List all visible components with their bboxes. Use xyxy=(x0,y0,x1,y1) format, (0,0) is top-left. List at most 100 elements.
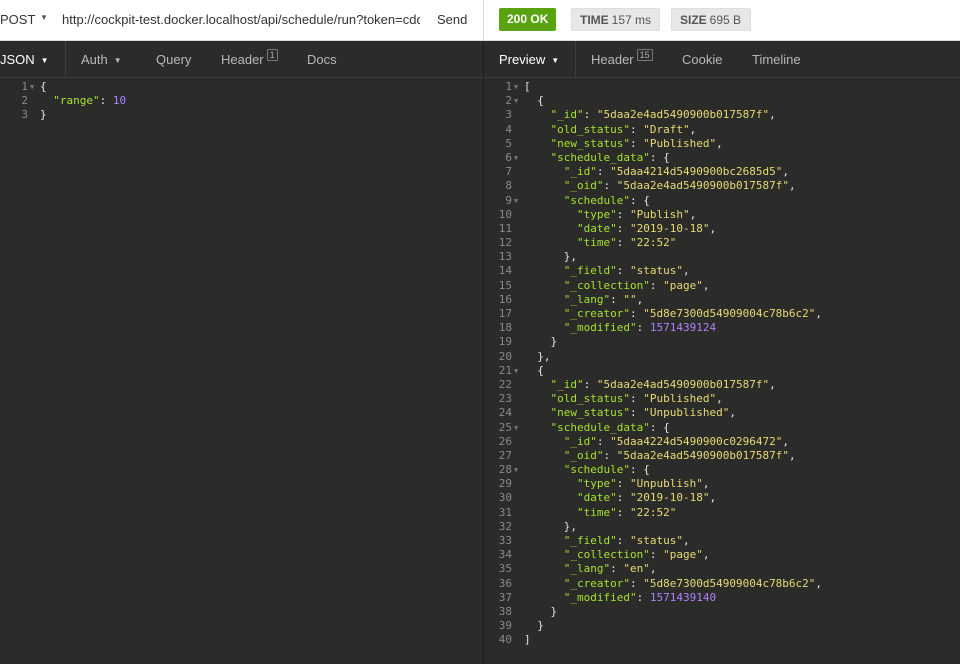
code-line: 20 }, xyxy=(484,350,960,364)
request-body-editor[interactable]: 1 ▼{2 "range": 10 3} xyxy=(0,80,483,123)
code-line: 22 "_id": "5daa2e4ad5490900b017587f", xyxy=(484,378,960,392)
fold-caret-icon[interactable]: ▼ xyxy=(30,80,34,94)
tab-docs[interactable]: Docs xyxy=(307,41,337,78)
code-line: 31 "time": "22:52" xyxy=(484,506,960,520)
code-line: 5 "new_status": "Published", xyxy=(484,137,960,151)
code-text: [ xyxy=(524,80,531,94)
code-line: 37 "_modified": 1571439140 xyxy=(484,591,960,605)
code-token: } xyxy=(524,335,558,349)
code-text: } xyxy=(40,108,47,122)
code-line: 19 } xyxy=(484,335,960,349)
code-token: { xyxy=(40,80,47,93)
fold-caret-icon[interactable]: ▼ xyxy=(514,421,518,435)
code-line: 2 ▼ { xyxy=(484,94,960,108)
code-line: 32 }, xyxy=(484,520,960,534)
code-token: : { xyxy=(649,420,670,434)
fold-caret-icon[interactable]: ▼ xyxy=(514,94,518,108)
code-token: : xyxy=(603,448,617,462)
tab-preview[interactable]: Preview ▼ xyxy=(499,41,559,78)
code-token: : xyxy=(629,122,644,136)
line-number: 1 xyxy=(505,80,512,93)
code-token: : xyxy=(629,392,644,406)
code-token: , xyxy=(782,165,789,179)
fold-caret-icon[interactable]: ▼ xyxy=(514,194,518,208)
fold-caret-icon[interactable]: ▼ xyxy=(514,80,518,94)
code-token: : xyxy=(603,179,617,193)
code-token: "_collection" xyxy=(563,278,650,292)
line-number: 35 xyxy=(498,562,512,576)
code-token: "5d8e7300d54909004c78b6c2" xyxy=(643,576,816,590)
tab-json[interactable]: JSON ▼ xyxy=(0,41,49,78)
fold-caret-icon[interactable]: ▼ xyxy=(514,364,518,378)
code-text: "_lang": "", xyxy=(524,293,643,307)
code-text: { xyxy=(524,364,544,378)
code-text: "_id": "5daa4224d5490900c0296472", xyxy=(524,435,789,449)
code-token: : xyxy=(649,548,664,562)
tab-auth[interactable]: Auth ▼ xyxy=(81,41,122,78)
tab-label: Timeline xyxy=(752,52,801,67)
time-badge: TIME 157 ms xyxy=(571,8,660,31)
code-token: , xyxy=(682,534,690,547)
tab-label: JSON xyxy=(0,52,35,67)
tab-cookie[interactable]: Cookie xyxy=(682,41,722,78)
fold-caret-icon[interactable]: ▼ xyxy=(514,463,518,477)
code-text: }, xyxy=(524,350,550,364)
tab-query[interactable]: Query xyxy=(156,41,191,78)
code-token: , xyxy=(769,377,776,391)
code-token: "_modified" xyxy=(563,321,637,335)
code-line: 23 "old_status": "Published", xyxy=(484,392,960,406)
code-text: "old_status": "Draft", xyxy=(524,122,697,137)
code-token: : xyxy=(616,491,630,505)
tab-timeline[interactable]: Timeline xyxy=(752,41,801,78)
code-text: "_id": "5daa2e4ad5490900b017587f", xyxy=(524,108,776,122)
code-text: "_field": "status", xyxy=(524,264,690,278)
code-token: } xyxy=(40,108,47,122)
line-number: 21 xyxy=(498,363,512,377)
line-number: 27 xyxy=(498,448,512,462)
tab-response-header[interactable]: Header 15 xyxy=(591,41,653,78)
code-token: : xyxy=(610,562,624,576)
fold-caret-icon[interactable]: ▼ xyxy=(514,151,518,165)
code-token: "5daa2e4ad5490900b017587f" xyxy=(596,377,770,391)
url-input[interactable]: http://cockpit-test.docker.localhost/api… xyxy=(62,12,420,27)
code-token: : xyxy=(629,307,644,320)
code-line: 13 }, xyxy=(484,250,960,264)
line-number: 32 xyxy=(498,519,512,533)
code-text: "schedule": { xyxy=(524,463,650,477)
chevron-down-icon[interactable]: ▼ xyxy=(40,13,48,22)
code-token: : xyxy=(99,94,113,108)
code-token: "time" xyxy=(576,505,617,519)
code-token: "2019-10-18" xyxy=(629,221,710,235)
code-line: 34 "_collection": "page", xyxy=(484,548,960,562)
code-token: }, xyxy=(524,519,577,533)
tab-header[interactable]: Header 1 xyxy=(221,41,278,78)
code-token: , xyxy=(716,136,723,150)
code-line: 11 "date": "2019-10-18", xyxy=(484,222,960,236)
line-number: 39 xyxy=(498,619,512,633)
code-text: "time": "22:52" xyxy=(524,236,676,250)
method-select[interactable]: POST xyxy=(0,12,35,27)
code-line: 33 "_field": "status", xyxy=(484,534,960,548)
header-count-badge: 15 xyxy=(636,49,653,61)
line-number: 9 xyxy=(505,193,512,207)
code-line: 9 ▼ "schedule": { xyxy=(484,194,960,208)
code-token: } xyxy=(524,619,544,633)
code-token: "5daa2e4ad5490900b017587f" xyxy=(616,179,789,193)
line-number: 22 xyxy=(498,377,512,391)
line-number: 3 xyxy=(21,108,28,122)
code-token: [ xyxy=(524,80,531,93)
code-text: "new_status": "Published", xyxy=(524,137,723,151)
code-token: "_field" xyxy=(563,264,617,278)
send-button[interactable]: Send xyxy=(437,12,467,27)
line-number: 26 xyxy=(498,434,512,448)
code-token: "Published" xyxy=(643,136,717,150)
